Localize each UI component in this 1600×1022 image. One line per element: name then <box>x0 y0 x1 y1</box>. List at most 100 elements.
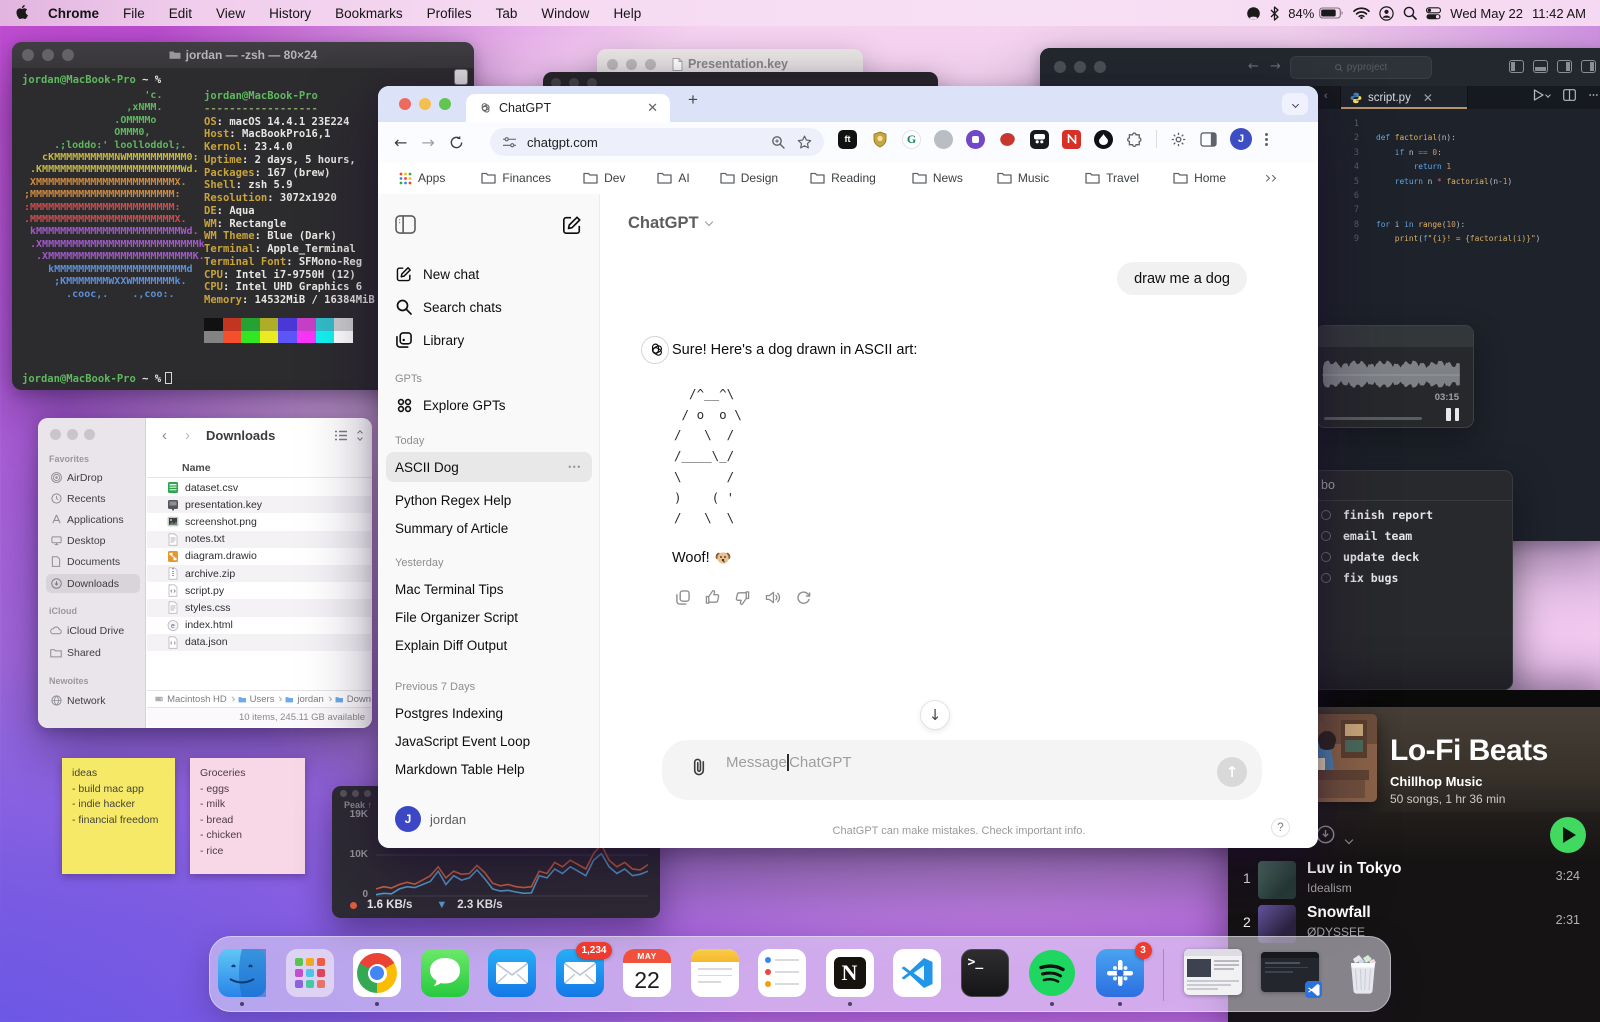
chat-options-icon[interactable]: ⋯ <box>568 459 583 475</box>
forward-icon[interactable]: › <box>185 427 190 444</box>
kebab-menu-icon[interactable] <box>1265 133 1268 146</box>
bookmark-folder-travel[interactable]: Travel <box>1085 171 1139 185</box>
vscode-nav-forward-icon[interactable]: → <box>1270 59 1281 74</box>
file-row[interactable]: screenshot.png <box>147 513 371 530</box>
dock-vscode-icon[interactable] <box>893 949 941 997</box>
sidebar-item-desktop[interactable]: Desktop <box>46 531 140 550</box>
control-center-icon[interactable] <box>1426 7 1441 20</box>
thumbs-down-icon[interactable] <box>735 590 750 605</box>
side-panel-icon[interactable] <box>1200 132 1217 147</box>
dock-messages-icon[interactable] <box>421 949 469 997</box>
todo-item[interactable]: fix bugs <box>1321 571 1398 585</box>
sidebar-item-search-chats[interactable]: Search chats <box>386 292 592 322</box>
extension-red-n-icon[interactable] <box>1062 130 1081 149</box>
bookmark-folder-news[interactable]: News <box>912 171 963 185</box>
checkbox-circle-icon[interactable] <box>1321 552 1331 562</box>
vscode-layout-customize-icon[interactable] <box>1581 60 1596 73</box>
help-button[interactable]: ? <box>1271 818 1290 837</box>
vscode-command-center[interactable]: pyproject <box>1290 56 1432 79</box>
reload-icon[interactable] <box>449 135 464 150</box>
tab-close-icon[interactable]: ✕ <box>647 100 658 116</box>
dock-calendar-icon[interactable]: MAY 22 <box>623 949 671 997</box>
dock-mail-unread-icon[interactable]: 1,234 <box>556 949 604 997</box>
send-button[interactable]: ↑ <box>1217 757 1247 787</box>
search-icon[interactable] <box>1403 6 1417 20</box>
shell-prompt[interactable]: jordan@MacBook-Pro ~ % <box>22 372 172 385</box>
widget-traffic-lights[interactable] <box>340 790 371 797</box>
file-row[interactable]: notes.txt <box>147 531 371 548</box>
download-icon[interactable] <box>1316 825 1335 844</box>
track-title[interactable]: Luv in Tokyo <box>1307 860 1401 878</box>
extension-red-blob-icon[interactable] <box>998 130 1017 149</box>
bookmark-folder-dev[interactable]: Dev <box>583 171 625 185</box>
finder-window[interactable]: Favorites AirDrop Recents Applications D… <box>38 418 372 728</box>
bookmark-folder-music[interactable]: Music <box>997 171 1049 185</box>
compose-icon[interactable] <box>562 215 582 235</box>
battery-status[interactable]: 84% <box>1288 6 1344 21</box>
menu-item-edit[interactable]: Edit <box>157 6 204 21</box>
wifi-icon[interactable] <box>1353 7 1370 19</box>
sidebar-item-explore-gpts[interactable]: Explore GPTs <box>386 390 592 420</box>
finder-traffic-lights[interactable] <box>50 429 95 440</box>
menu-item-file[interactable]: File <box>111 6 157 21</box>
scroll-to-bottom-button[interactable]: ↓ <box>920 700 950 730</box>
address-bar[interactable]: chatgpt.com <box>490 128 824 156</box>
sidebar-item-airdrop[interactable]: AirDrop <box>46 468 140 487</box>
todo-item[interactable]: finish report <box>1321 508 1433 522</box>
sidebar-item-new-chat[interactable]: New chat <box>386 259 592 289</box>
dock-finder-icon[interactable] <box>218 949 266 997</box>
forward-icon[interactable]: → <box>421 133 434 152</box>
file-row[interactable]: archive.zip <box>147 565 371 582</box>
file-row[interactable]: e index.html <box>147 617 371 634</box>
chat-item[interactable]: Python Regex Help <box>386 485 592 515</box>
menu-item-tab[interactable]: Tab <box>484 6 530 21</box>
regenerate-icon[interactable] <box>796 590 811 605</box>
message-input[interactable]: Message ChatGPT ↑ <box>662 740 1262 800</box>
extensions-puzzle-icon[interactable] <box>1126 131 1143 148</box>
sidebar-item-downloads[interactable]: Downloads <box>46 574 140 593</box>
extension-gray-icon[interactable] <box>934 130 953 149</box>
play-button[interactable] <box>1550 817 1586 853</box>
search-icon[interactable] <box>771 135 785 149</box>
chrome-tab-chatgpt[interactable]: ChatGPT ✕ <box>466 94 670 122</box>
path-segment[interactable]: jordan <box>297 694 323 705</box>
audio-player-window[interactable]: 03:15 <box>1316 325 1474 428</box>
terminal-traffic-lights[interactable] <box>22 49 74 61</box>
menu-item-help[interactable]: Help <box>601 6 653 21</box>
pause-button[interactable] <box>1446 408 1459 421</box>
vscode-layout-sidebar-icon[interactable] <box>1509 60 1524 73</box>
track-artist[interactable]: Idealism <box>1307 881 1352 895</box>
bookmark-star-icon[interactable] <box>797 135 812 149</box>
column-header-name[interactable]: Name <box>182 462 211 474</box>
path-segment[interactable]: Users <box>250 694 275 705</box>
sidebar-item-applications[interactable]: Applications <box>46 510 140 529</box>
chrome-traffic-lights[interactable] <box>399 98 451 110</box>
back-icon[interactable]: ← <box>394 133 407 152</box>
bookmark-folder-ai[interactable]: AI <box>657 171 689 185</box>
dock-notion-icon[interactable]: N <box>826 949 874 997</box>
read-aloud-icon[interactable] <box>765 590 781 605</box>
bluetooth-icon[interactable] <box>1270 6 1279 21</box>
dock-slack-icon[interactable]: 3 <box>1096 949 1144 997</box>
dock-mail-icon[interactable] <box>488 949 536 997</box>
vscode-nav-back-icon[interactable]: ← <box>1248 59 1259 74</box>
settings-gear-icon[interactable] <box>1170 131 1187 148</box>
sidebar-item-library[interactable]: Library <box>386 325 592 355</box>
new-tab-icon[interactable]: + <box>688 90 698 110</box>
dock-terminal-icon[interactable]: >_ <box>961 949 1009 997</box>
sidebar-item-shared[interactable]: Shared <box>46 643 140 662</box>
vscode-tab-scroll-left-icon[interactable]: ‹ <box>1324 90 1328 102</box>
path-segment[interactable]: Macintosh HD <box>167 694 227 705</box>
chat-item[interactable]: Markdown Table Help <box>386 754 592 784</box>
bookmark-folder-design[interactable]: Design <box>720 171 778 185</box>
dock-spotify-icon[interactable] <box>1028 949 1076 997</box>
file-row[interactable]: dataset.csv <box>147 479 371 496</box>
checkbox-circle-icon[interactable] <box>1321 510 1331 520</box>
track-row[interactable]: 1 Luv in Tokyo Idealism 3:24 <box>1228 858 1600 902</box>
copy-icon[interactable] <box>676 590 690 605</box>
chrome-window[interactable]: ChatGPT ✕ + ← → chatgpt.com ft G J <box>378 86 1318 848</box>
back-icon[interactable]: ‹ <box>162 427 167 444</box>
user-circle-icon[interactable] <box>1379 6 1394 21</box>
moon-icon[interactable] <box>1246 6 1261 21</box>
dock-reminders-icon[interactable] <box>758 949 806 997</box>
